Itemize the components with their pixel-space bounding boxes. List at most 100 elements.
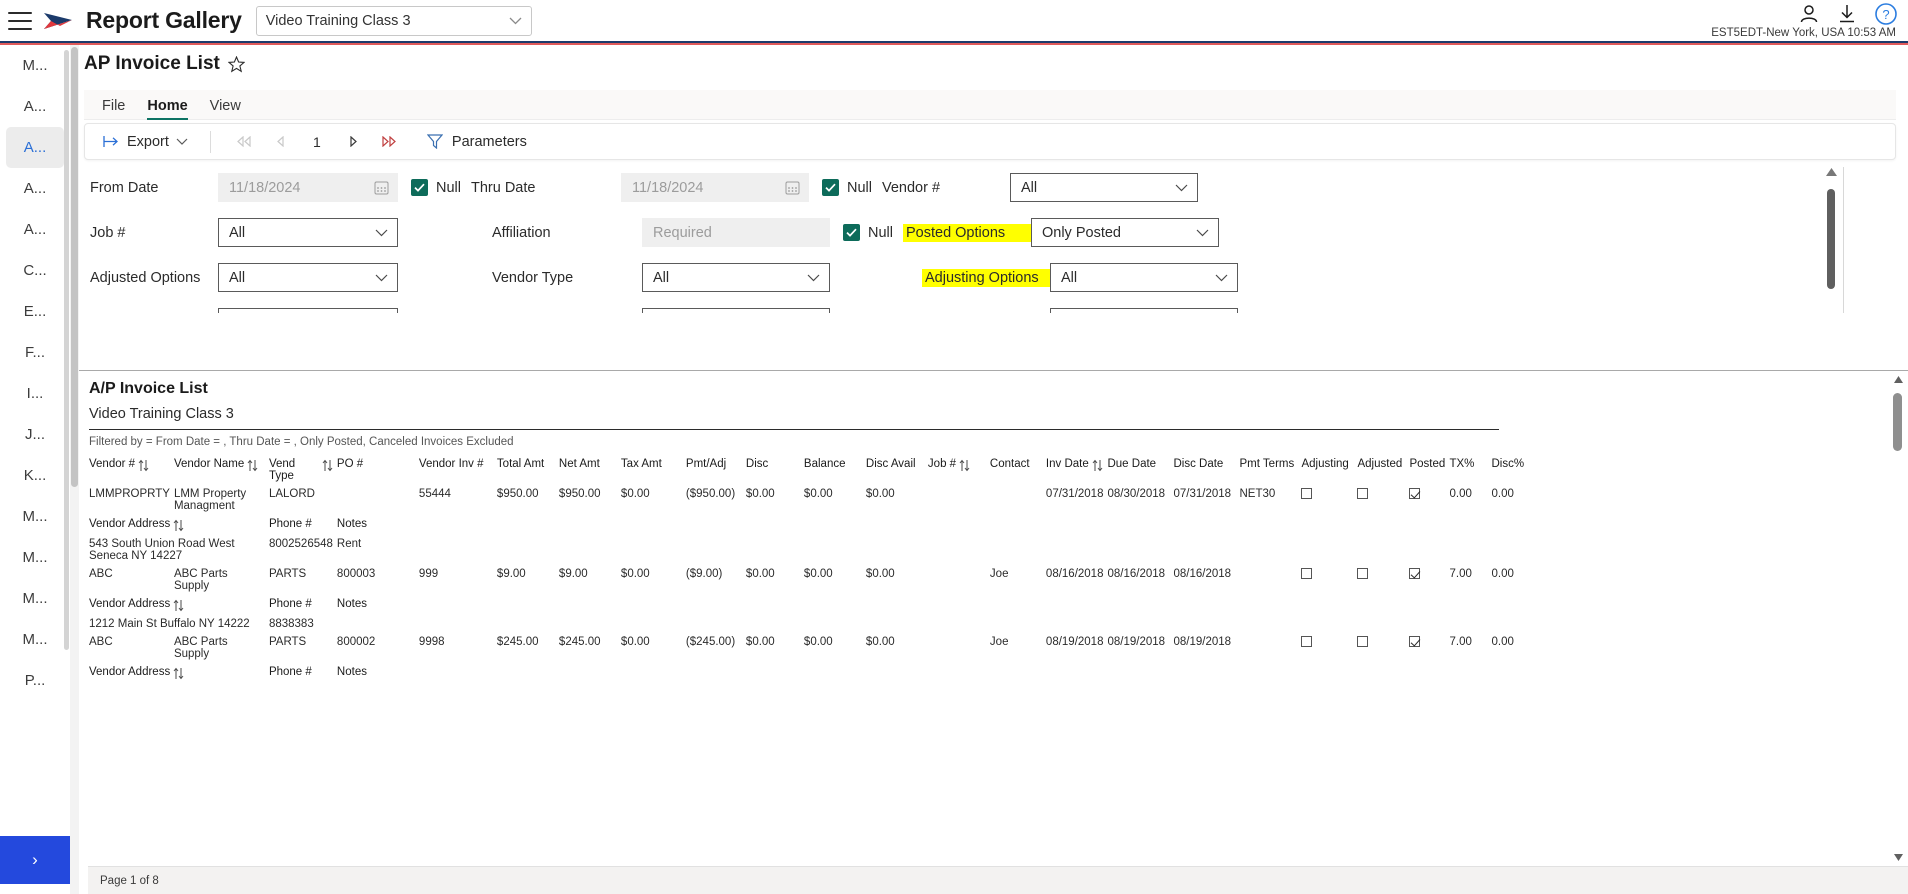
company-selector[interactable]: Video Training Class 3 [255, 5, 532, 36]
table-row[interactable]: ABC ABC Parts Supply PARTS 800003 999 $9.00 $9… [89, 565, 1531, 595]
column-header-label: Vendor Name [173, 458, 245, 470]
rail-item-10[interactable]: K... [6, 455, 64, 496]
sort-icon[interactable] [1092, 459, 1103, 472]
rail-item-5[interactable]: C... [6, 250, 64, 291]
rail-item-8[interactable]: I... [6, 373, 64, 414]
sort-icon[interactable] [247, 459, 258, 472]
null-toggle-affiliation[interactable]: Null [843, 224, 893, 241]
rail-item-15[interactable]: P... [6, 660, 64, 701]
column-header-label: Net Amt [558, 458, 600, 470]
sort-icon[interactable] [173, 519, 184, 532]
rail-item-13[interactable]: M... [6, 578, 64, 619]
column-header-label: PO # [336, 458, 364, 470]
rail-item-4[interactable]: A... [6, 209, 64, 250]
rail-item-6[interactable]: E... [6, 291, 64, 332]
cell-contact: Joe [989, 568, 1009, 580]
cell-net-amt: $245.00 [558, 636, 601, 648]
first-page-button[interactable] [227, 129, 263, 155]
cell-vendor-name: ABC Parts Supply [173, 636, 228, 660]
rail-item-12[interactable]: M... [6, 537, 64, 578]
checkbox-checked-icon[interactable] [843, 224, 860, 241]
double-chevron-left-icon [237, 136, 252, 147]
calendar-icon[interactable] [785, 180, 800, 195]
column-header-inv-date[interactable]: Inv Date [1046, 455, 1108, 485]
rail-item-0[interactable]: M... [6, 45, 64, 86]
sort-icon[interactable] [173, 599, 184, 612]
cell-job-no [928, 485, 990, 515]
parameter-input-posted-options[interactable]: Only Posted [1030, 218, 1219, 247]
parameter-input-summary-only[interactable]: No [642, 308, 830, 313]
cell-job-no [928, 633, 990, 663]
column-header-label: Contact [989, 458, 1030, 470]
null-toggle-from-date[interactable]: Null [411, 179, 461, 196]
rail-item-9[interactable]: J... [6, 414, 64, 455]
scroll-up-arrow-icon[interactable] [1824, 167, 1838, 177]
sort-icon[interactable] [173, 667, 184, 680]
parameter-job: Job # All [90, 218, 398, 247]
detail-header-row: Vendor Address Phone # Notes [89, 663, 1531, 683]
rail-item-7[interactable]: F... [6, 332, 64, 373]
cell-vendor-no: ABC [89, 568, 113, 580]
favorite-star-icon[interactable] [227, 55, 245, 73]
parameter-posted-options: Posted Options Only Posted [902, 218, 1219, 247]
tab-file[interactable]: File [102, 98, 125, 119]
current-page-number[interactable]: 1 [299, 134, 335, 150]
parameters-scrollbar[interactable] [1824, 167, 1838, 311]
cell-disc-date: 08/16/2018 [1173, 568, 1232, 580]
parameter-value: All [1020, 179, 1038, 196]
report-scrollbar[interactable] [1890, 371, 1906, 894]
sort-icon[interactable] [138, 459, 149, 472]
parameter-include-invoice-detail: Include Invoice DetailYes [922, 308, 1238, 313]
parameter-input-job[interactable]: All [218, 218, 398, 247]
column-header-job[interactable]: Job # [928, 455, 990, 485]
column-header-vend-type[interactable]: Vend Type [269, 455, 337, 485]
table-row[interactable]: ABC ABC Parts Supply PARTS 800002 9998 $245.0… [89, 633, 1531, 663]
parameters-button[interactable]: Parameters [426, 134, 527, 150]
chevron-down-icon [1175, 184, 1188, 191]
parameter-input-vendor[interactable]: All [1009, 173, 1198, 202]
parameter-input-tax-options[interactable]: All [218, 308, 398, 313]
checkbox-checked-icon[interactable] [821, 179, 839, 196]
table-row[interactable]: LMMPROPRTY LMM Property Managment LALORD 55… [89, 485, 1531, 515]
report-scroll-down-icon[interactable] [1890, 849, 1906, 865]
report-scroll-up-icon[interactable] [1890, 371, 1906, 387]
parameter-input-vendor-type[interactable]: All [642, 263, 830, 292]
sort-icon[interactable] [322, 459, 333, 472]
main-vertical-scrollbar[interactable] [70, 45, 79, 894]
tab-view[interactable]: View [210, 98, 241, 119]
cell-vendor-name: LMM Property Managment [173, 488, 247, 512]
report-scroll-thumb[interactable] [1893, 393, 1902, 451]
checkbox-checked-icon[interactable] [411, 179, 428, 196]
rail-item-2[interactable]: A... [6, 127, 64, 168]
parameters-scroll-thumb[interactable] [1827, 189, 1835, 289]
tab-home[interactable]: Home [147, 98, 188, 120]
parameter-input-adjusting-options[interactable]: All [1050, 263, 1238, 292]
calendar-icon[interactable] [374, 180, 389, 195]
last-page-button[interactable] [371, 129, 407, 155]
download-icon[interactable] [1836, 3, 1858, 25]
previous-page-button[interactable] [263, 129, 299, 155]
null-toggle-thru-date[interactable]: Null [821, 179, 872, 196]
hamburger-icon[interactable] [8, 11, 32, 30]
rail-item-label: M... [22, 57, 48, 74]
sort-icon[interactable] [959, 459, 970, 472]
cell-vend-type: LALORD [268, 488, 315, 500]
brand-title: Report Gallery [86, 7, 242, 33]
rail-expand-button[interactable]: › [0, 836, 70, 884]
column-header-vendor[interactable]: Vendor # [89, 455, 174, 485]
rail-item-11[interactable]: M... [6, 496, 64, 537]
user-icon[interactable] [1798, 3, 1820, 25]
export-button[interactable]: Export [97, 134, 194, 150]
parameter-input-include-invoice-detail[interactable]: Yes [1050, 308, 1238, 313]
help-icon[interactable]: ? [1874, 2, 1898, 26]
rail-item-1[interactable]: A... [6, 86, 64, 127]
rail-item-3[interactable]: A... [6, 168, 64, 209]
column-header-vendor-name[interactable]: Vendor Name [174, 455, 269, 485]
next-page-button[interactable] [335, 129, 371, 155]
rail-item-14[interactable]: M... [6, 619, 64, 660]
column-header-label: Tax Amt [620, 458, 662, 470]
rail-scrollbar[interactable] [64, 50, 69, 650]
rail-item-label: C... [23, 262, 47, 279]
parameter-value: Only Posted [1041, 224, 1121, 241]
parameter-input-adjusted-options[interactable]: All [218, 263, 398, 292]
